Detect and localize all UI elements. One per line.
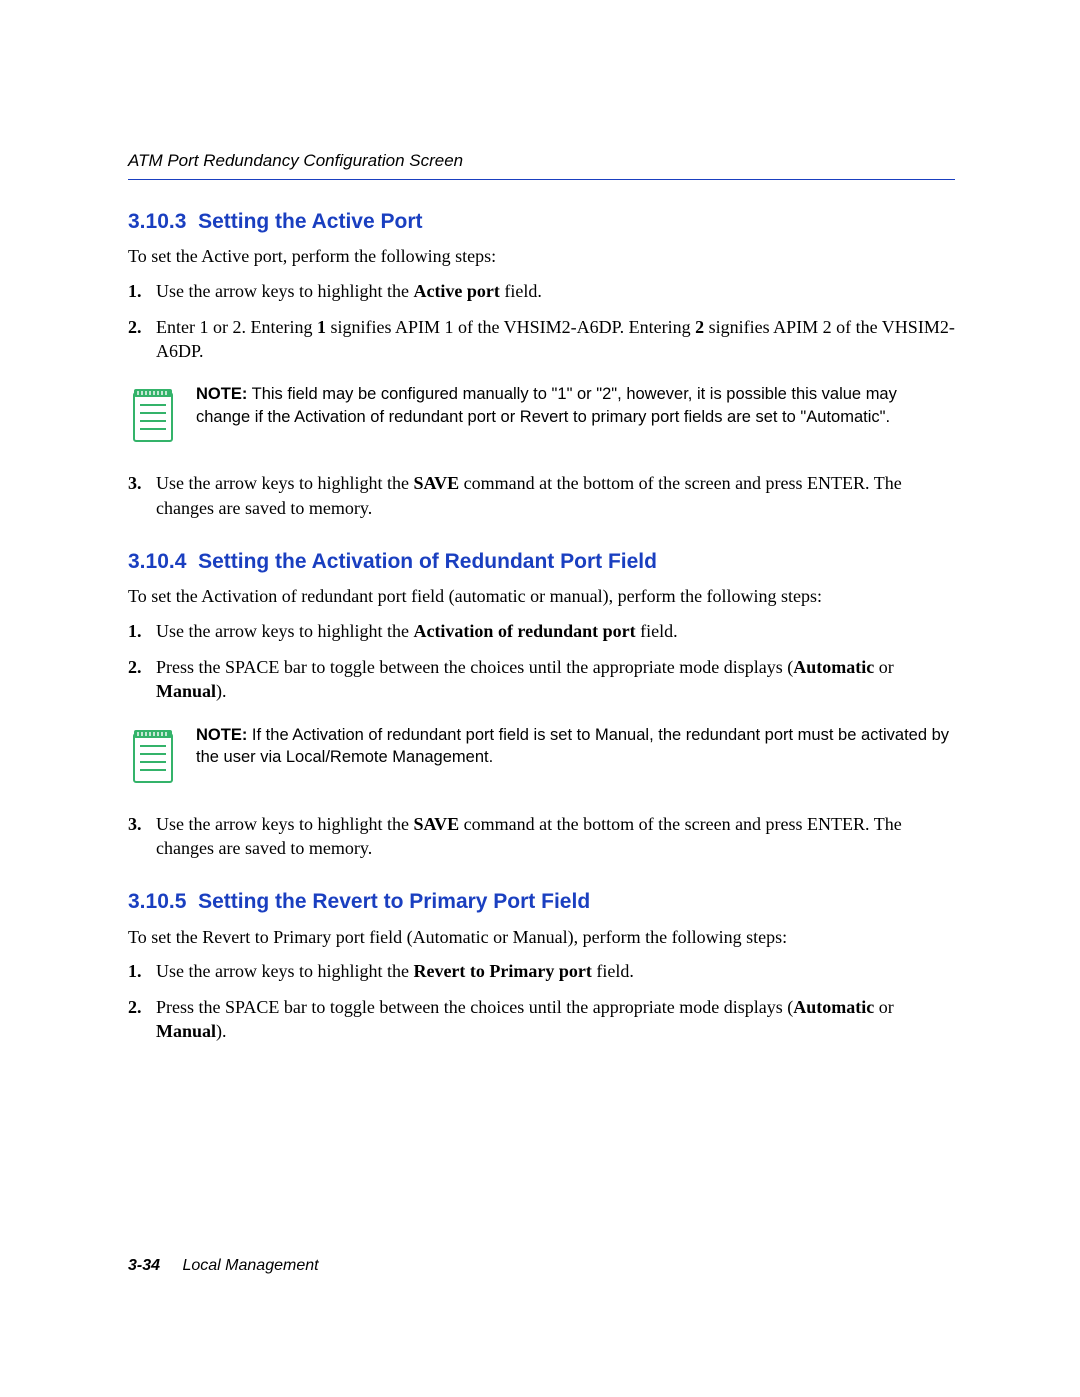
section-title: Setting the Active Port — [198, 210, 422, 233]
step-item: 1. Use the arrow keys to highlight the A… — [128, 279, 955, 303]
section-intro: To set the Revert to Primary port field … — [128, 925, 955, 949]
step-text: Use the arrow keys to highlight the Reve… — [156, 959, 955, 983]
note-text: NOTE: This field may be configured manua… — [196, 383, 955, 428]
ordered-steps: 1. Use the arrow keys to highlight the R… — [128, 959, 955, 1044]
step-item: 2. Press the SPACE bar to toggle between… — [128, 995, 955, 1044]
note-label: NOTE: — [196, 385, 247, 403]
step-item: 2. Press the SPACE bar to toggle between… — [128, 655, 955, 704]
section-heading-3-10-3: 3.10.3 Setting the Active Port — [128, 208, 955, 236]
notepad-icon — [128, 724, 178, 786]
step-number: 2. — [128, 995, 156, 1019]
step-number: 3. — [128, 471, 156, 495]
section-title: Setting the Activation of Redundant Port… — [198, 550, 657, 573]
ordered-steps: 3. Use the arrow keys to highlight the S… — [128, 471, 955, 520]
step-number: 1. — [128, 619, 156, 643]
section-number: 3.10.3 — [128, 210, 186, 233]
note-label: NOTE: — [196, 726, 247, 744]
step-number: 2. — [128, 655, 156, 679]
page-number: 3-34 — [128, 1257, 160, 1274]
step-number: 1. — [128, 959, 156, 983]
step-number: 1. — [128, 279, 156, 303]
ordered-steps: 1. Use the arrow keys to highlight the A… — [128, 279, 955, 364]
step-text: Press the SPACE bar to toggle between th… — [156, 995, 955, 1044]
note-body: This field may be configured manually to… — [196, 385, 897, 425]
note-text: NOTE: If the Activation of redundant por… — [196, 724, 955, 769]
section-heading-3-10-5: 3.10.5 Setting the Revert to Primary Por… — [128, 888, 955, 916]
page-footer: 3-34 Local Management — [128, 1255, 319, 1277]
step-text: Use the arrow keys to highlight the Acti… — [156, 279, 955, 303]
step-item: 2. Enter 1 or 2. Entering 1 signifies AP… — [128, 315, 955, 364]
header-rule — [128, 179, 955, 180]
section-number: 3.10.5 — [128, 890, 186, 913]
section-title: Setting the Revert to Primary Port Field — [198, 890, 590, 913]
step-item: 3. Use the arrow keys to highlight the S… — [128, 471, 955, 520]
ordered-steps: 3. Use the arrow keys to highlight the S… — [128, 812, 955, 861]
running-header: ATM Port Redundancy Configuration Screen — [128, 150, 955, 173]
step-item: 1. Use the arrow keys to highlight the A… — [128, 619, 955, 643]
note-block: NOTE: This field may be configured manua… — [128, 383, 955, 445]
step-item: 1. Use the arrow keys to highlight the R… — [128, 959, 955, 983]
section-number: 3.10.4 — [128, 550, 186, 573]
step-text: Use the arrow keys to highlight the SAVE… — [156, 812, 955, 861]
step-text: Use the arrow keys to highlight the Acti… — [156, 619, 955, 643]
step-text: Press the SPACE bar to toggle between th… — [156, 655, 955, 704]
step-number: 2. — [128, 315, 156, 339]
note-body: If the Activation of redundant port fiel… — [196, 726, 949, 766]
step-text: Use the arrow keys to highlight the SAVE… — [156, 471, 955, 520]
notepad-icon — [128, 383, 178, 445]
section-intro: To set the Active port, perform the foll… — [128, 244, 955, 268]
note-block: NOTE: If the Activation of redundant por… — [128, 724, 955, 786]
step-number: 3. — [128, 812, 156, 836]
chapter-name: Local Management — [182, 1257, 318, 1274]
step-item: 3. Use the arrow keys to highlight the S… — [128, 812, 955, 861]
ordered-steps: 1. Use the arrow keys to highlight the A… — [128, 619, 955, 704]
section-intro: To set the Activation of redundant port … — [128, 584, 955, 608]
step-text: Enter 1 or 2. Entering 1 signifies APIM … — [156, 315, 955, 364]
section-heading-3-10-4: 3.10.4 Setting the Activation of Redunda… — [128, 548, 955, 576]
